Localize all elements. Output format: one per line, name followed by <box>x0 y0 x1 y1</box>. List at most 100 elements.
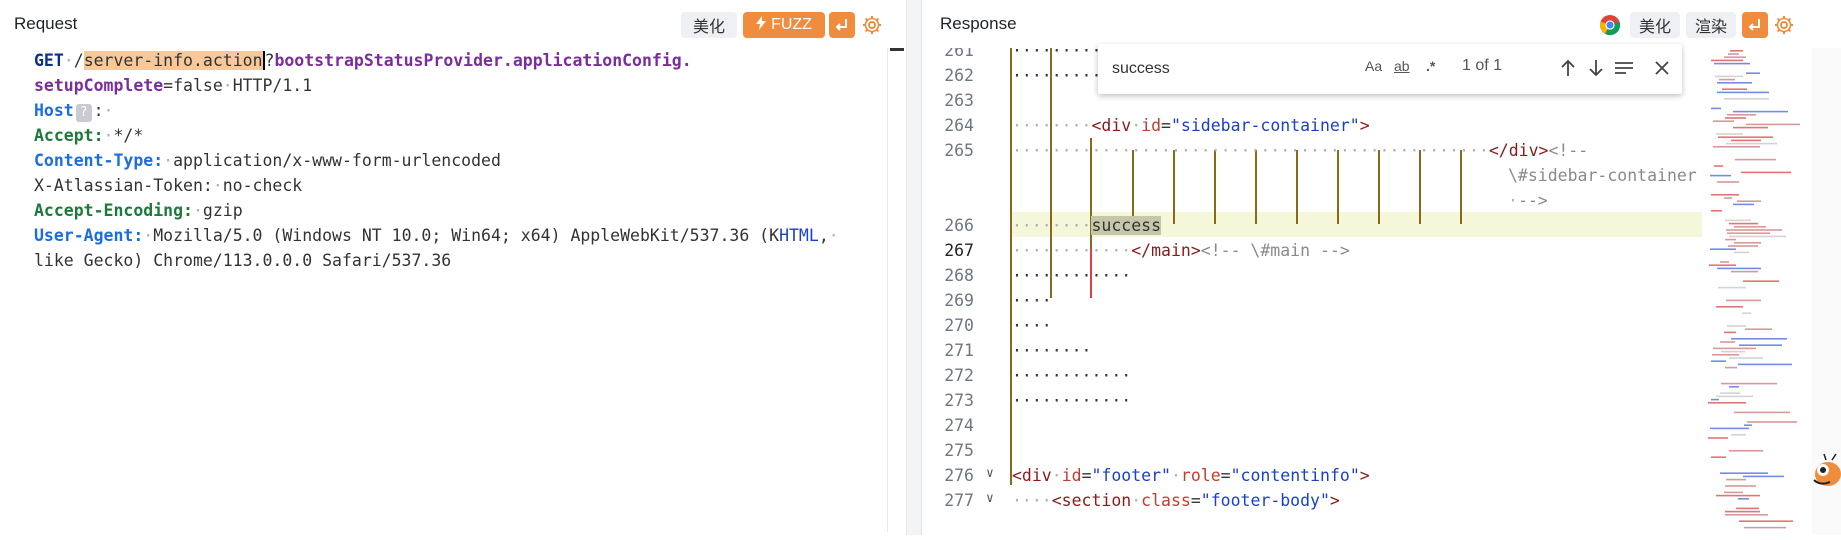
minimap-line <box>1733 126 1768 129</box>
code-line-276: <div·id="footer"·role="contentinfo"> <box>1012 466 1370 485</box>
request-settings-gear-icon[interactable] <box>860 12 884 38</box>
mascot-icon[interactable] <box>1810 452 1841 492</box>
response-settings-gear-icon[interactable] <box>1772 12 1796 38</box>
line-number: 263 <box>944 91 974 110</box>
minimap-line <box>1734 242 1761 244</box>
whitespace-dots: ···· <box>1012 316 1052 335</box>
accept-encoding-header-line: Accept-Encoding:·gzip <box>34 201 243 220</box>
minimap-line <box>1711 456 1726 458</box>
minimap-line <box>1742 312 1751 314</box>
wrap-toggle-button[interactable] <box>829 12 855 38</box>
minimap-line <box>1726 142 1777 145</box>
minimap-line <box>1738 498 1749 500</box>
minimap-line <box>1729 357 1763 359</box>
chrome-browser-icon[interactable] <box>1598 12 1622 38</box>
minimap-line <box>1717 181 1739 183</box>
render-button[interactable]: 渲染 <box>1686 12 1736 38</box>
content-type-header-line: Content-Type:·application/x-www-form-url… <box>34 151 501 170</box>
minimap-line <box>1711 194 1739 196</box>
response-beautify-button[interactable]: 美化 <box>1630 12 1680 38</box>
request-header: Request 美化 FUZZ <box>0 0 906 48</box>
minimap-line <box>1724 491 1743 494</box>
minimap-line <box>1716 395 1753 398</box>
regex-toggle[interactable]: .* <box>1426 58 1435 74</box>
minimap-line <box>1724 56 1746 58</box>
request-scrollbar[interactable] <box>887 48 906 532</box>
minimap-line <box>1725 485 1756 487</box>
line-number-active: 267 <box>944 241 974 260</box>
response-title: Response <box>940 14 1017 33</box>
user-agent-header-wrap: like Gecko) Chrome/113.0.0.0 Safari/537.… <box>34 251 452 270</box>
minimap-line <box>1744 526 1786 529</box>
search-match: success <box>1091 216 1162 235</box>
minimap-line <box>1715 75 1743 78</box>
minimap-line <box>1716 306 1743 308</box>
line-number: 268 <box>944 266 974 285</box>
minimap-line <box>1710 427 1749 430</box>
minimap-content <box>1708 50 1800 529</box>
minimap-line <box>1731 139 1761 142</box>
minimap-line <box>1716 133 1743 135</box>
next-match-arrow-down-icon[interactable] <box>1584 56 1608 80</box>
help-badge[interactable]: ? <box>75 104 92 122</box>
accept-header-line: Accept:·*/* <box>34 126 144 145</box>
minimap-line <box>1718 136 1773 138</box>
minimap-line <box>1738 363 1792 366</box>
fuzz-button[interactable]: FUZZ <box>743 12 825 38</box>
code-line-277: ····<section·class="footer-body"> <box>1012 491 1340 510</box>
response-header: Response 美化 渲染 <box>922 0 1841 48</box>
find-widget: Aa ab .* 1 of 1 <box>1098 44 1682 94</box>
code-line-267: ········success <box>1012 216 1162 235</box>
minimap-line <box>1743 475 1784 478</box>
atlassian-token-header-line: X-Atlassian-Token:·no-check <box>34 176 303 195</box>
panel-resize-handle[interactable] <box>906 0 922 535</box>
match-case-toggle[interactable]: Aa <box>1365 58 1382 74</box>
minimap-line <box>1737 200 1761 202</box>
minimap-line <box>1725 366 1737 369</box>
minimap-line <box>1726 478 1746 481</box>
minimap-line <box>1717 82 1752 84</box>
find-in-selection-icon[interactable] <box>1612 56 1636 80</box>
enter-icon <box>1748 19 1760 31</box>
minimap-line <box>1728 53 1739 55</box>
minimap-line <box>1733 110 1788 113</box>
line-number: 264 <box>944 116 974 135</box>
minimap-line <box>1731 338 1787 340</box>
code-minimap[interactable] <box>1702 48 1812 535</box>
line-number: 270 <box>944 316 974 335</box>
whole-word-toggle[interactable]: ab <box>1394 58 1410 74</box>
minimap-line <box>1725 510 1760 513</box>
close-find-icon[interactable] <box>1650 56 1674 80</box>
previous-match-arrow-up-icon[interactable] <box>1556 56 1580 80</box>
minimap-line <box>1711 360 1726 362</box>
response-editor[interactable]: 261 262 263 264 265 266 267 268 269 270 … <box>922 48 1702 535</box>
minimap-line <box>1733 203 1754 206</box>
minimap-line <box>1724 197 1732 199</box>
line-number: 271 <box>944 341 974 360</box>
minimap-line <box>1711 107 1721 110</box>
minimap-line <box>1734 226 1766 228</box>
minimap-line <box>1720 341 1735 343</box>
line-number: 262 <box>944 66 974 85</box>
minimap-line <box>1720 472 1768 474</box>
whitespace-dots: ···· <box>1012 291 1052 310</box>
whitespace-dots: ········ <box>1012 341 1092 360</box>
minimap-line <box>1729 235 1786 238</box>
response-wrap-toggle-button[interactable] <box>1742 12 1768 38</box>
path-highlight: server-info.action <box>83 51 263 70</box>
minimap-line <box>1713 146 1760 148</box>
minimap-line <box>1712 354 1739 356</box>
request-editor[interactable]: GET·/server-info.action ?bootstrapStatusP… <box>0 48 890 532</box>
minimap-line <box>1711 59 1743 62</box>
find-input[interactable] <box>1110 54 1384 84</box>
line-number: 266 <box>944 216 974 235</box>
beautify-button[interactable]: 美化 <box>681 12 737 38</box>
minimap-line <box>1713 120 1734 122</box>
fold-chevron-icon[interactable]: ∨ <box>986 491 994 506</box>
line-number: 277 <box>944 491 974 510</box>
minimap-line <box>1709 264 1736 266</box>
enter-icon <box>835 19 847 31</box>
fold-chevron-icon[interactable]: ∨ <box>986 466 994 481</box>
minimap-line <box>1728 245 1758 247</box>
line-number: 265 <box>944 141 974 160</box>
